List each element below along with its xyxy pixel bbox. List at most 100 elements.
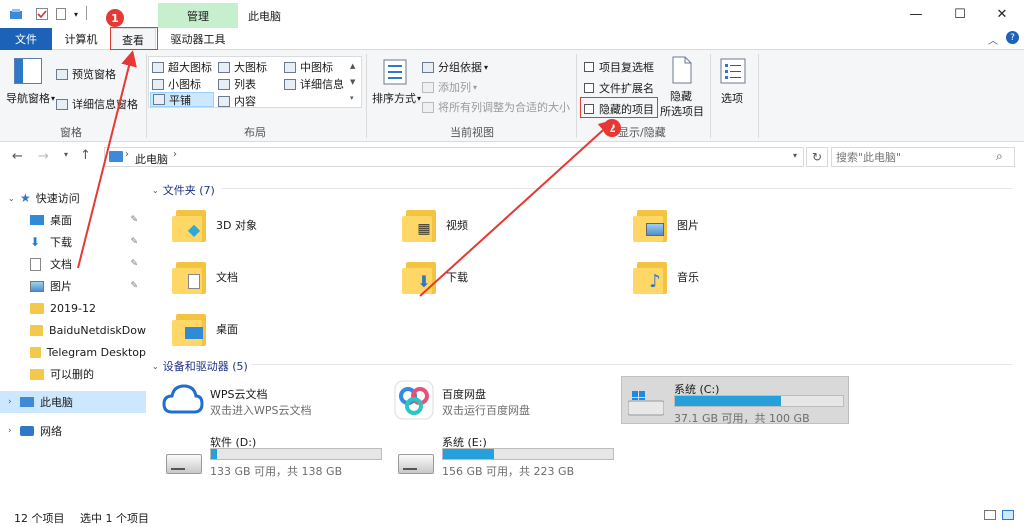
drive-e[interactable]: 系统 (E:) 156 GB 可用，共 223 GB (394, 432, 618, 480)
drive-d[interactable]: 软件 (D:) 133 GB 可用，共 138 GB (162, 432, 386, 480)
collapse-ribbon-icon[interactable]: ︿ (988, 32, 998, 47)
cloud-icon (162, 384, 204, 414)
folder-tile-desktop[interactable]: 桌面 (172, 310, 238, 348)
search-box[interactable]: ⌕ (831, 147, 1015, 167)
close-button[interactable]: ✕ (980, 0, 1024, 28)
section-header-devices[interactable]: ⌄ 设备和驱动器 (5) (152, 358, 248, 374)
tab-drive-tools[interactable]: 驱动器工具 (160, 28, 236, 50)
chevron-down-icon[interactable]: ⌄ (8, 194, 20, 203)
sidebar-item-folder[interactable]: BaiduNetdiskDow (0, 319, 146, 341)
layout-small-icons[interactable]: 小图标 (152, 76, 201, 92)
recent-locations-icon[interactable]: ▾ (64, 150, 68, 159)
sort-by-icon[interactable] (382, 58, 408, 86)
sidebar-item-folder[interactable]: 可以删的 (0, 363, 146, 385)
navigation-pane-button[interactable]: 导航窗格 ▾ (6, 90, 55, 106)
chevron-down-icon: ⌄ (152, 185, 159, 195)
layout-large-icons[interactable]: 大图标 (218, 59, 267, 75)
pin-icon[interactable]: ✎ (130, 237, 138, 247)
tab-file[interactable]: 文件 (0, 28, 52, 50)
sidebar-item-documents[interactable]: 文档 ✎ (0, 253, 146, 275)
sidebar-item-desktop[interactable]: 桌面 ✎ (0, 209, 146, 231)
options-label[interactable]: 选项 (721, 90, 743, 106)
sidebar-item-folder[interactable]: Telegram Desktop (0, 341, 146, 363)
this-pc-icon (109, 151, 123, 162)
options-icon[interactable] (720, 58, 746, 84)
layout-content[interactable]: 内容 (218, 93, 256, 109)
sidebar-item-network[interactable]: › 网络 (0, 420, 146, 442)
help-icon[interactable]: ? (1006, 31, 1019, 44)
context-tab-manage[interactable]: 管理 (158, 3, 238, 28)
layout-medium-icons[interactable]: 中图标 (284, 59, 333, 75)
layout-tiles[interactable]: 平铺 (150, 92, 214, 107)
hide-selected-icon[interactable] (671, 56, 693, 84)
section-header-folders[interactable]: ⌄ 文件夹 (7) (152, 182, 215, 198)
preview-pane-button[interactable]: 预览窗格 (56, 66, 116, 82)
sidebar-item-downloads[interactable]: ⬇ 下载 ✎ (0, 231, 146, 253)
sidebar-item-this-pc[interactable]: › 此电脑 (0, 391, 146, 413)
address-history-icon[interactable]: ▾ (793, 151, 797, 160)
medium-icons-icon (284, 61, 296, 73)
size-all-columns-label: 将所有列调整为合适的大小 (438, 101, 570, 114)
pin-icon[interactable]: ✎ (130, 259, 138, 269)
item-checkboxes-checkbox[interactable] (584, 62, 594, 72)
navigation-pane: ⌄ ★ 快速访问 桌面 ✎ ⬇ 下载 ✎ 文档 ✎ 图片 ✎ 2019-12 B… (0, 172, 146, 502)
search-icon[interactable]: ⌕ (996, 149, 1003, 164)
minimize-button[interactable]: — (894, 0, 938, 28)
details-pane-button[interactable]: 详细信息窗格 (56, 96, 138, 112)
content-icon (218, 95, 230, 107)
refresh-icon[interactable]: ↻ (806, 147, 828, 167)
drive-usage-bar (210, 448, 382, 460)
chevron-right-icon[interactable]: › (125, 149, 129, 160)
device-baidu-netdisk[interactable]: 百度网盘 双击运行百度网盘 (394, 380, 614, 420)
details-pane-label: 详细信息窗格 (72, 98, 138, 111)
back-icon[interactable]: ← (12, 149, 23, 164)
address-bar[interactable]: › 此电脑 › ▾ (104, 147, 804, 167)
chevron-right-icon[interactable]: › (8, 397, 20, 407)
hide-selected-label-2[interactable]: 所选项目 (660, 103, 704, 119)
file-extensions-checkbox[interactable] (584, 83, 594, 93)
address-path[interactable]: 此电脑 (135, 151, 168, 167)
customize-quick-access-icon[interactable]: ▾ (70, 6, 82, 22)
up-icon[interactable]: ↑ (80, 148, 91, 163)
pin-icon[interactable]: ✎ (130, 215, 138, 225)
details-view-icon[interactable] (984, 510, 996, 520)
chevron-right-icon[interactable]: › (173, 149, 177, 160)
pin-icon[interactable]: ✎ (130, 281, 138, 291)
group-by-button[interactable]: 分组依据 ▾ (422, 59, 488, 75)
folder-tile-downloads[interactable]: ⬇ 下载 (402, 258, 468, 296)
folder-tile-pictures[interactable]: 图片 (633, 206, 699, 244)
annotation-highlight-view-tab (110, 27, 158, 50)
properties-icon[interactable] (34, 6, 50, 22)
forward-icon[interactable]: → (38, 149, 49, 164)
chevron-right-icon[interactable]: › (8, 426, 20, 436)
navigation-pane-icon[interactable] (14, 58, 42, 84)
device-wps-cloud[interactable]: WPS云文档 双击进入WPS云文档 (162, 380, 382, 420)
drive-c[interactable]: 系统 (C:) 37.1 GB 可用，共 100 GB (621, 376, 849, 425)
folder-tile-documents[interactable]: 文档 (172, 258, 238, 296)
explorer-app-icon[interactable] (8, 6, 24, 22)
layout-list[interactable]: 列表 (218, 76, 256, 92)
maximize-button[interactable]: ☐ (938, 0, 982, 28)
folder-tile-music[interactable]: ♪ 音乐 (633, 258, 699, 296)
tab-computer[interactable]: 计算机 (56, 28, 106, 50)
sort-by-button[interactable]: 排序方式 ▾ (372, 90, 421, 106)
large-icons-view-icon[interactable] (1002, 510, 1014, 520)
folder-tile-videos[interactable]: ▦ 视频 (402, 206, 468, 244)
new-folder-quick-icon[interactable] (54, 6, 68, 22)
search-input[interactable] (836, 150, 986, 164)
sidebar-item-label: 桌面 (50, 214, 72, 227)
size-all-columns-button[interactable]: 将所有列调整为合适的大小 (422, 99, 570, 115)
hard-drive-icon (398, 454, 434, 474)
layout-xlarge-icons[interactable]: 超大图标 (152, 59, 212, 75)
section-title: 文件夹 (7) (162, 184, 215, 197)
sidebar-item-quick-access[interactable]: ⌄ ★ 快速访问 (0, 187, 146, 209)
sidebar-item-folder[interactable]: 2019-12 (0, 297, 146, 319)
item-checkboxes-toggle[interactable]: 项目复选框 (584, 59, 654, 75)
file-extensions-toggle[interactable]: 文件扩展名 (584, 80, 654, 96)
layout-scroll-icon[interactable]: ▲ ▼ ▾ (350, 58, 355, 106)
folder-tile-3d-objects[interactable]: ◆ 3D 对象 (172, 206, 257, 244)
hide-selected-label-1[interactable]: 隐藏 (670, 88, 692, 104)
add-columns-button[interactable]: 添加列 ▾ (422, 79, 477, 95)
layout-details[interactable]: 详细信息 (284, 76, 344, 92)
sidebar-item-pictures[interactable]: 图片 ✎ (0, 275, 146, 297)
